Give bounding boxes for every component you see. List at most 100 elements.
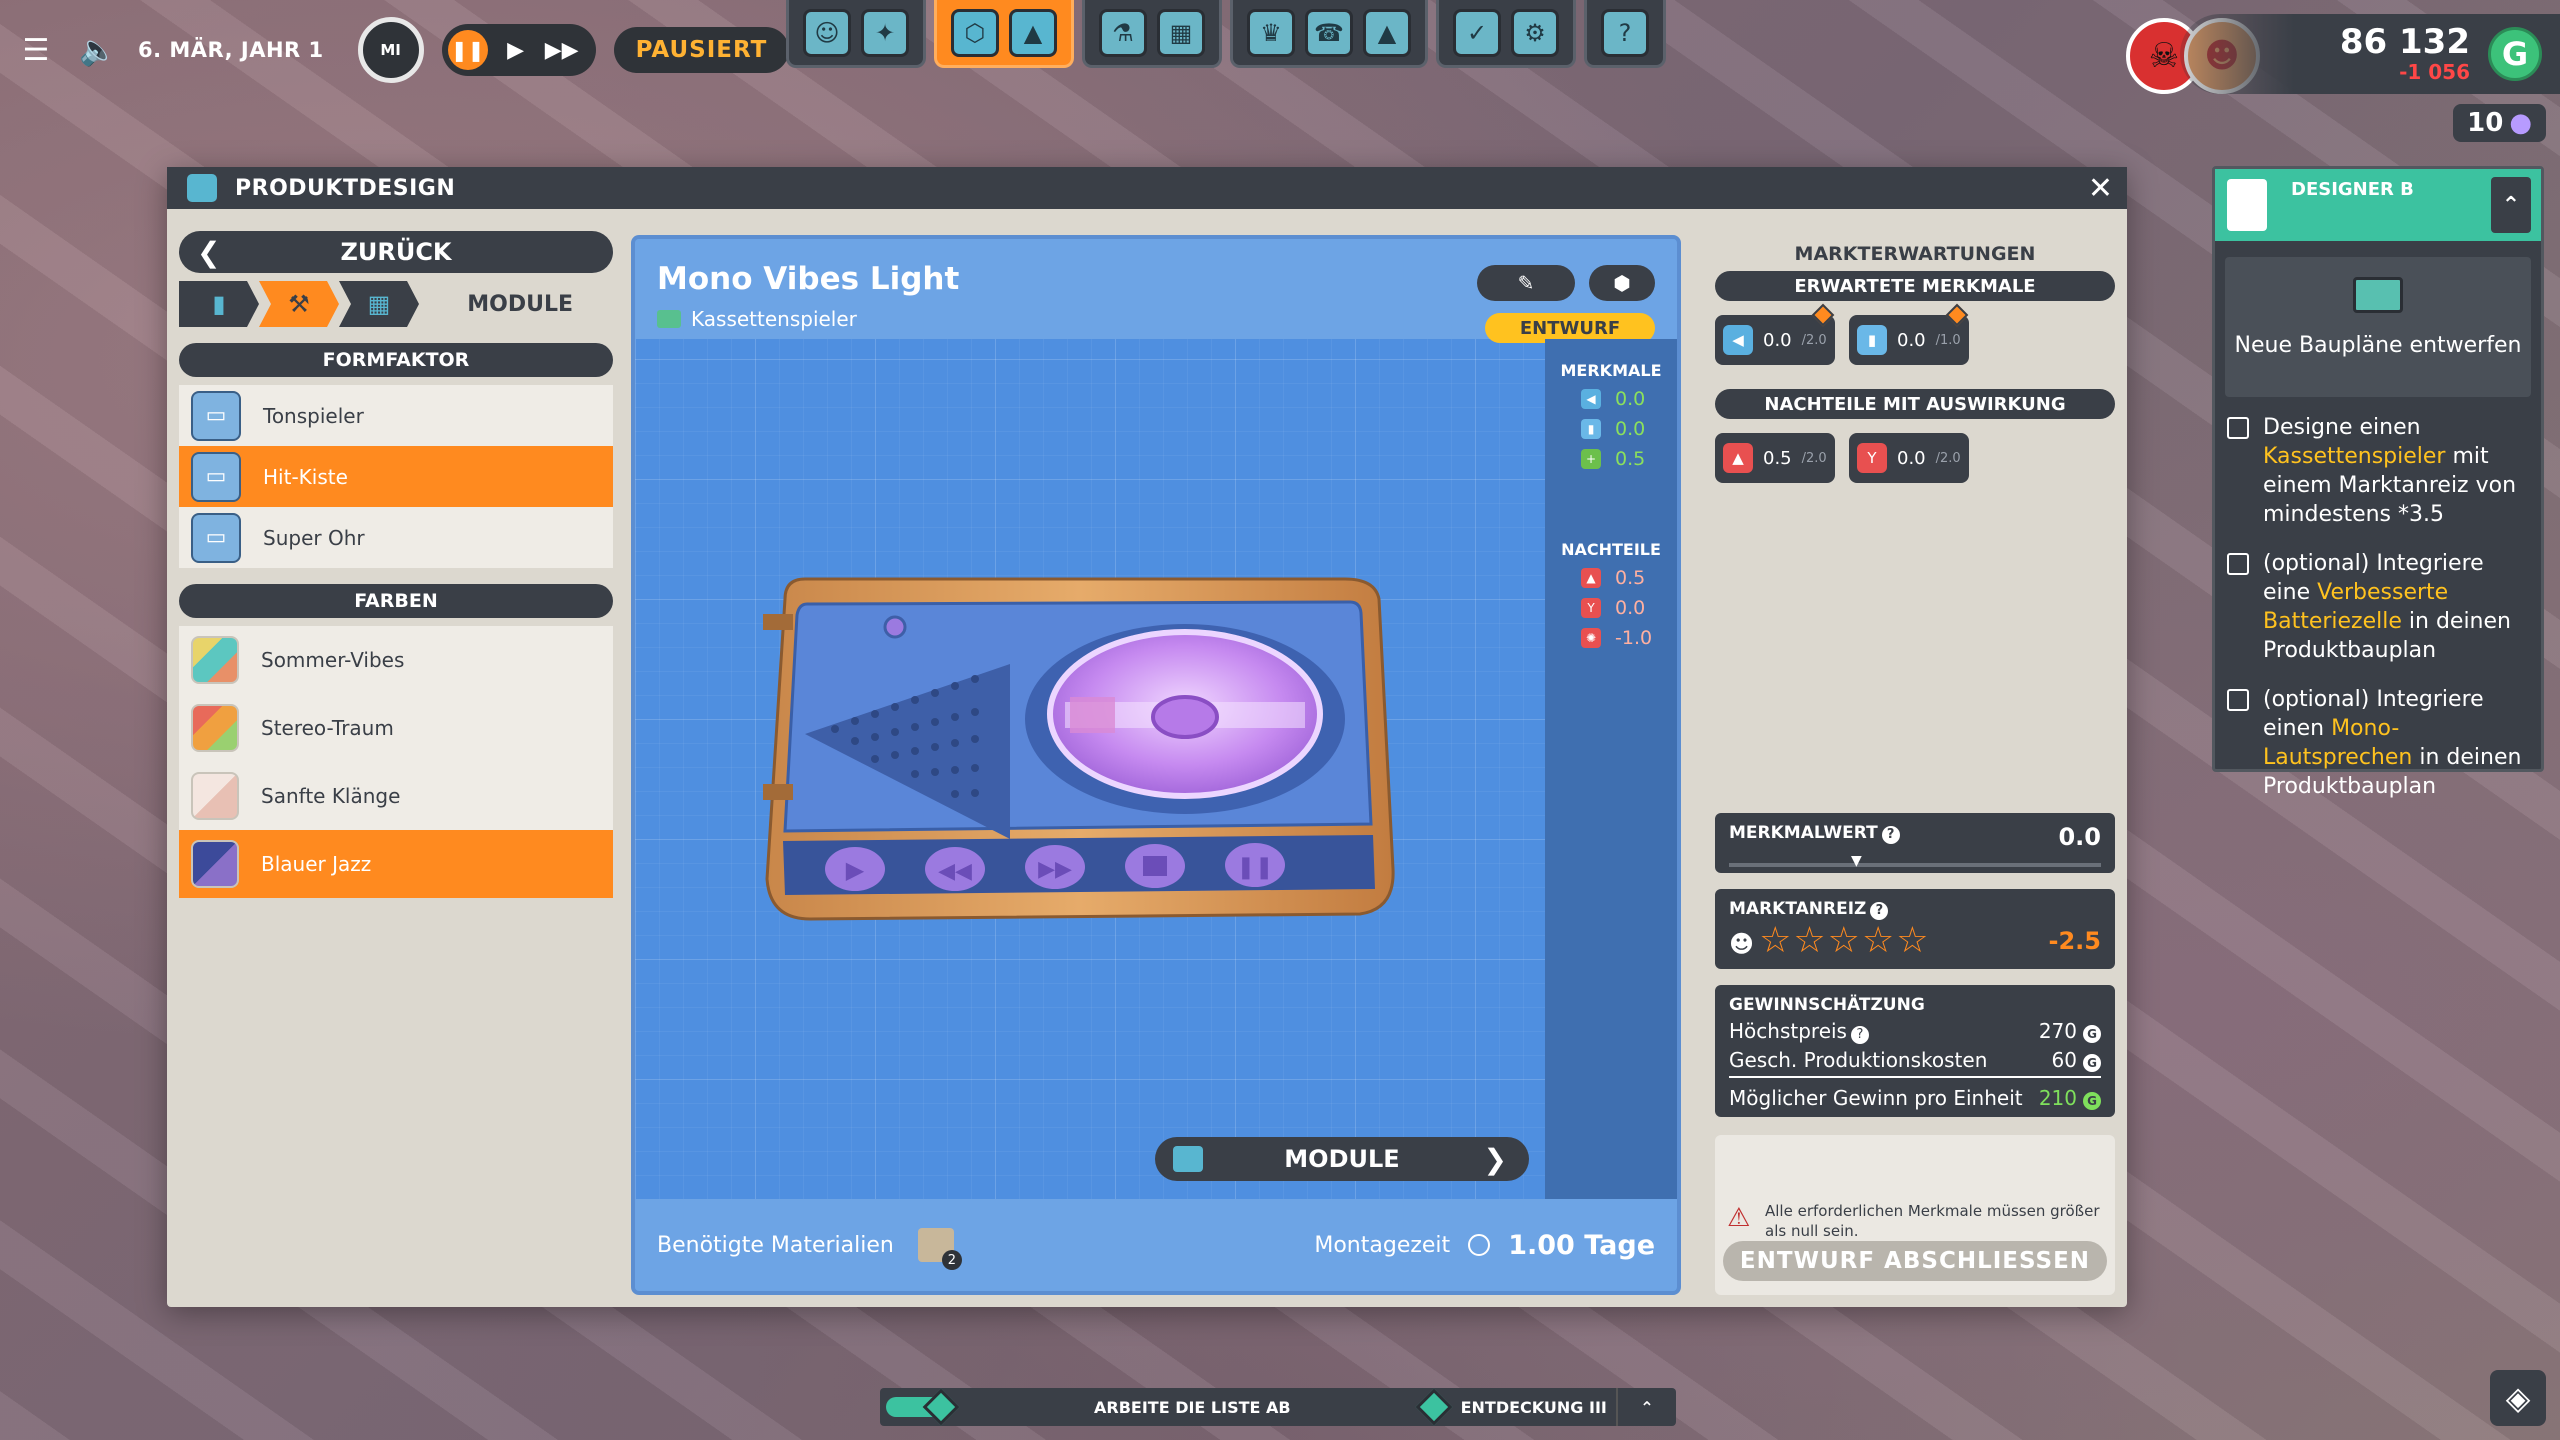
discovery-diamond-icon [1415,1388,1452,1426]
quest-task: (optional) Integriere eine Verbesserte B… [2215,549,2541,665]
finish-panel: ⚠ Alle erforderlichen Merkmale müssen gr… [1715,1135,2115,1295]
caret-down-icon: ▼ [1851,853,1862,869]
finish-design-button[interactable]: ENTWURF ABSCHLIESSEN [1723,1241,2107,1281]
coin-icon: G [2083,1054,2101,1072]
expected-feature-chip[interactable]: ◀ 0.0/2.0 [1715,303,1835,365]
color-list: Sommer-Vibes Stereo-Traum Sanfte Klänge … [179,626,613,898]
mode-hammer-icon[interactable]: ⚒ [259,281,339,327]
impact-drawbacks-header: NACHTEILE MIT AUSWIRKUNG [1715,389,2115,419]
material-icon[interactable]: 2 [917,1228,962,1270]
rotate-view-button[interactable]: ⬢ [1589,265,1655,301]
nav-group-sales: ♛ ☎ ▲ [1230,0,1428,68]
color-swatch [191,840,239,888]
drawbacks-title: NACHTEILE [1561,540,1661,559]
speaker-icon: ◀ [1581,389,1601,409]
nav-group-stats: ✓ ⚙ [1436,0,1576,68]
cassette-case-icon: ▭ [191,390,241,441]
discovery-label: ENTDECKUNG III [1460,1397,1607,1417]
employee-icon[interactable]: ☺ [803,8,851,57]
tent-icon[interactable]: ▲ [1363,8,1411,57]
svg-text:◀◀: ◀◀ [938,859,972,884]
phone-icon[interactable]: ☎ [1305,8,1353,57]
market-chart-icon[interactable]: ▲ [1009,8,1057,57]
formfactor-list: ▭ Tonspieler ▭ Hit-Kiste ▭ Super Ohr [179,385,613,568]
blueprint-document-icon [2227,179,2267,231]
flask-icon[interactable]: ⚗ [1099,8,1147,57]
objective-diamond-icon [922,1388,960,1426]
chevron-left-icon: ❮ [197,235,221,269]
cube-icon: ⬢ [1613,271,1631,295]
cassette-icon [2353,277,2403,313]
mode-modules-icon[interactable]: ▦ [339,281,419,327]
rename-button[interactable]: ✎ [1477,265,1575,301]
weight-icon: ▲ [1581,568,1601,588]
collapse-chevron-icon[interactable]: ⌃ [2491,177,2531,233]
mode-label: MODULE [467,291,573,317]
product-design-icon[interactable]: ⬡ [951,8,999,57]
drawback-chip[interactable]: ▲ 0.5/2.0 [1715,433,1835,483]
close-button[interactable]: ✕ [2088,171,2113,206]
nav-group-production: ⚗ ▦ [1082,0,1222,68]
color-swatch [191,636,239,684]
required-diamond-icon [1945,303,1969,327]
quest-main-goal: Neue Baupläne entwerfen [2225,257,2531,397]
task-checkbox [2227,417,2249,439]
help-book-icon[interactable]: ? [1601,8,1649,57]
chevron-up-icon[interactable]: ⌃ [1616,1388,1676,1426]
modules-button[interactable]: MODULE ❯ [1155,1137,1529,1181]
pencil-icon: ✎ [1517,271,1535,295]
color-option-selected[interactable]: Blauer Jazz [179,830,613,898]
formfactor-header: FORMFAKTOR [179,343,613,377]
profit-estimate-panel: GEWINNSCHÄTZUNG Höchstpreis? 270 G Gesch. … [1715,985,2115,1117]
stats-chart-icon[interactable]: ✓ [1453,8,1501,57]
back-button[interactable]: ❮ ZURÜCK [179,231,613,273]
volume-icon[interactable]: 🔈 [76,28,120,72]
help-icon[interactable]: ? [1850,1026,1869,1044]
product-header: Mono Vibes Light Kassettenspieler ✎ ⬢ EN… [635,239,1677,343]
mode-case-icon[interactable]: ▮ [179,281,259,327]
formfactor-option-selected[interactable]: ▭ Hit-Kiste [179,446,613,507]
broken-cup-icon: Y [1581,598,1601,618]
svg-text:❚❚: ❚❚ [1237,855,1274,880]
objective-tracker[interactable]: ARBEITE DIE LISTE AB ENTDECKUNG III ⌃ [880,1388,1676,1426]
clock-icon [1468,1234,1491,1256]
appeal-stars: ☆☆☆☆☆ [1759,920,1931,961]
color-option[interactable]: Stereo-Traum [179,694,613,762]
svg-text:▶▶: ▶▶ [1038,857,1072,882]
expected-features-header: ERWARTETE MERKMALE [1715,271,2115,301]
menu-icon[interactable]: ☰ [14,28,58,72]
assembly-value: 1.00 Tage [1508,1229,1655,1261]
money-panel: 86 132 -1 056 G [2180,14,2560,94]
disc-hub [1151,695,1219,739]
trophy-icon[interactable]: ♛ [1247,8,1295,57]
quest-title: DESIGNER B [2291,179,2414,200]
fast-forward-button[interactable]: ▶▶ [544,38,580,63]
product-stats-sidebar: MERKMALE ◀ 0.0 ▮ 0.0 +0.5 NACHTEILE ▲ 0.5 Y… [1545,339,1677,1199]
hinge-top [763,614,793,630]
settings-list-icon[interactable]: ⚙ [1511,8,1559,57]
color-option[interactable]: Sanfte Klänge [179,762,613,830]
drawback-chip[interactable]: Y 0.0/2.0 [1849,433,1969,483]
formfactor-option[interactable]: ▭ Tonspieler [179,385,613,446]
nav-group-people: ☺ ✦ [786,0,926,68]
play-button[interactable]: ▶ [498,38,534,63]
expected-feature-chip[interactable]: ▮ 0.0/1.0 [1849,303,1969,365]
research-tree-icon[interactable]: ✦ [861,8,909,57]
help-icon[interactable]: ? [1870,902,1889,920]
formfactor-option[interactable]: ▭ Super Ohr [179,507,613,568]
day-dial: MI [357,17,424,83]
pause-button[interactable]: ❚❚ [447,30,488,70]
color-option[interactable]: Sommer-Vibes [179,626,613,694]
help-icon[interactable]: ? [1881,826,1900,844]
market-column: MARKTERWARTUNGEN ERWARTETE MERKMALE ◀ 0.0… [1715,235,2115,1295]
checklist-icon[interactable]: ◈ [2490,1370,2546,1426]
quest-task: Designe einen Kassettenspieler mit einem… [2215,413,2541,529]
assembly-label: Montagezeit [1314,1232,1451,1258]
building-icon[interactable]: ▦ [1157,8,1205,57]
product-name: Mono Vibes Light [657,261,960,297]
speed-controls: ❚❚ ▶ ▶▶ [441,24,596,76]
window-title: PRODUKTDESIGN [235,175,456,201]
required-diamond-icon [1811,303,1835,327]
product-render[interactable]: ▶ ◀◀ ▶▶ ❚❚ [745,569,1425,969]
features-title: MERKMALE [1560,361,1662,380]
